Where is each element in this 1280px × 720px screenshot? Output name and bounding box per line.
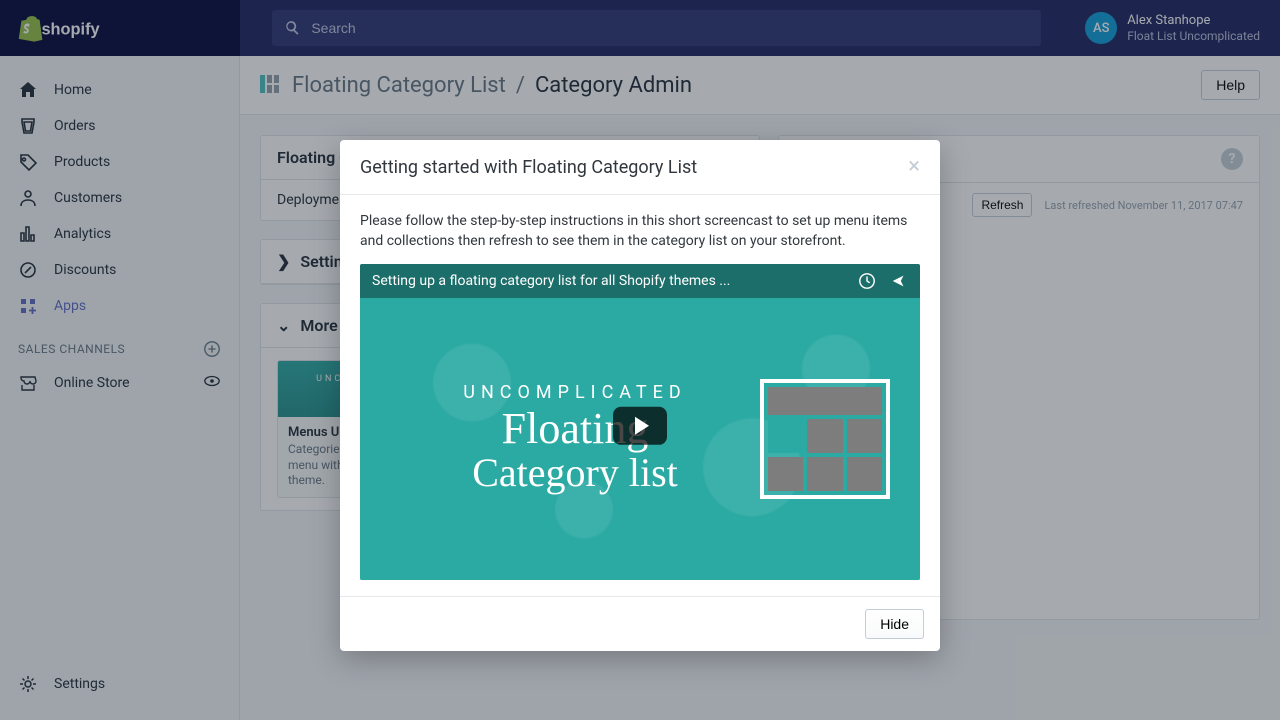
close-icon[interactable]: × [908, 156, 920, 178]
modal-title: Getting started with Floating Category L… [360, 157, 697, 178]
getting-started-modal: Getting started with Floating Category L… [340, 140, 940, 651]
watch-later-icon[interactable] [858, 272, 876, 290]
hide-button[interactable]: Hide [865, 609, 924, 639]
modal-text: Please follow the step-by-step instructi… [360, 211, 920, 252]
share-icon[interactable] [890, 272, 908, 290]
play-button-icon[interactable] [613, 406, 667, 444]
video-thumbnail-text: UNCOMPLICATED Floating Category list [360, 382, 760, 495]
video-title: Setting up a floating category list for … [372, 273, 846, 289]
grid-graphic-icon [760, 379, 890, 499]
video-embed[interactable]: Setting up a floating category list for … [360, 264, 920, 580]
modal-overlay[interactable]: Getting started with Floating Category L… [0, 0, 1280, 720]
